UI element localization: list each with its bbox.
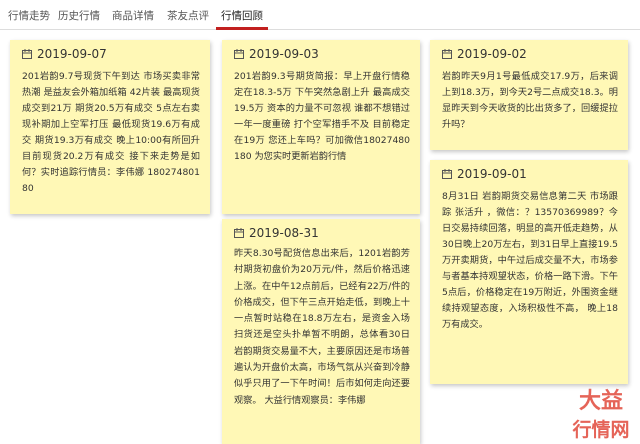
review-card: 2019-08-31 昨天8.30号配货信息出来后，1201岩韵芳村期货初盘价为… (222, 219, 420, 444)
watermark-bottom-text: 行情网 (571, 418, 629, 441)
tab-history[interactable]: 历史行情 (58, 8, 100, 23)
card-text: 昨天8.30号配货信息出来后，1201岩韵芳村期货初盘价为20万元/件，然后价格… (234, 248, 410, 406)
card-date: 2019-09-02 (457, 47, 527, 61)
card-text: 8月31日 岩韵期货交易信息第二天 市场跟踪 张活升 ，微信：？13570369… (442, 191, 618, 330)
card-date: 2019-09-03 (249, 47, 319, 61)
calendar-icon (442, 169, 452, 179)
watermark-top-text: 大益 (579, 388, 623, 414)
review-card: 2019-09-02 岩韵昨天9月1号最低成交17.9万，后来调上到18.3万，… (430, 40, 628, 150)
active-tab-underline (216, 27, 268, 30)
tab-reviews[interactable]: 茶友点评 (167, 8, 209, 23)
review-card: 2019-09-03 201岩韵9.3号期货简报：早上开盘行情稳定在18.3-5… (222, 40, 420, 214)
calendar-icon (234, 228, 244, 238)
tab-bar: 行情走势 历史行情 商品详情 茶友点评 行情回顾 (0, 0, 640, 30)
card-date: 2019-09-07 (37, 47, 107, 61)
calendar-icon (442, 49, 452, 59)
site-logo-watermark: 大益 行情网 (571, 388, 629, 441)
calendar-icon (234, 49, 244, 59)
calendar-icon (22, 49, 32, 59)
card-text: 岩韵昨天9月1号最低成交17.9万，后来调上到18.3万，到今天2号二点成交18… (442, 71, 618, 130)
tab-market-review[interactable]: 行情回顾 (221, 8, 263, 23)
card-date: 2019-09-01 (457, 167, 527, 181)
tab-product-details[interactable]: 商品详情 (112, 8, 154, 23)
card-text: 201岩韵9.3号期货简报：早上开盘行情稳定在18.3-5万 下午突然急剧上升 … (234, 71, 410, 162)
review-card: 2019-09-01 8月31日 岩韵期货交易信息第二天 市场跟踪 张活升 ，微… (430, 160, 628, 384)
card-date: 2019-08-31 (249, 226, 319, 240)
card-text: 201岩韵9.7号现货下午到达 市场买卖非常热潮 是益友会外箱加纸箱 42片装 … (22, 71, 200, 194)
tab-market-trend[interactable]: 行情走势 (8, 8, 50, 23)
review-card: 2019-09-07 201岩韵9.7号现货下午到达 市场买卖非常热潮 是益友会… (10, 40, 210, 214)
